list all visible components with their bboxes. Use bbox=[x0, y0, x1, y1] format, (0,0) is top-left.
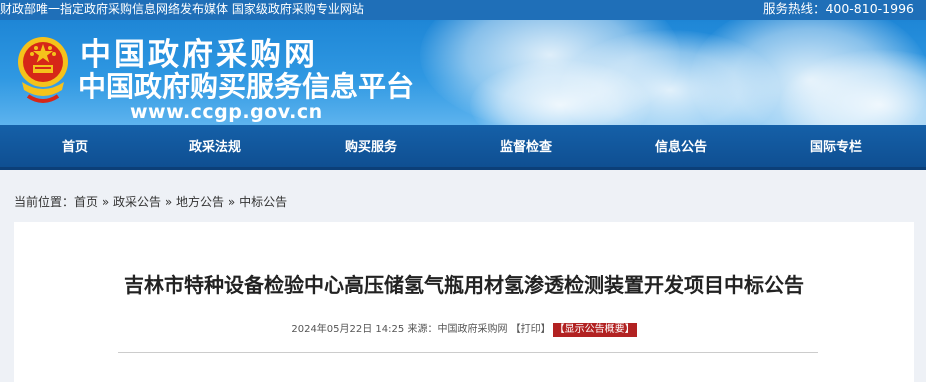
nav-item-announcements[interactable]: 信息公告 bbox=[606, 125, 756, 170]
breadcrumb-local-announcements[interactable]: 地方公告 bbox=[176, 195, 224, 209]
notice-source: 中国政府采购网 bbox=[437, 324, 508, 335]
nav-item-home[interactable]: 首页 bbox=[0, 125, 150, 170]
site-subtitle: 中国政府购买服务信息平台 bbox=[78, 70, 415, 103]
nav-item-regulations[interactable]: 政采法规 bbox=[140, 125, 290, 170]
breadcrumb-home[interactable]: 首页 bbox=[74, 195, 98, 209]
breadcrumb-prefix: 当前位置： bbox=[14, 195, 75, 209]
national-emblem-icon bbox=[18, 37, 68, 103]
top-bar-tagline: 财政部唯一指定政府采购信息网络发布媒体 国家级政府采购专业网站 bbox=[0, 2, 364, 16]
breadcrumb-separator: » bbox=[227, 195, 236, 209]
site-url: www.ccgp.gov.cn bbox=[130, 101, 323, 123]
print-link[interactable]: 【打印】 bbox=[511, 324, 551, 335]
breadcrumb: 当前位置：首页 » 政采公告 » 地方公告 » 中标公告 bbox=[14, 194, 287, 210]
service-hotline: 服务热线：400-810-1996 bbox=[762, 1, 914, 16]
show-summary-button[interactable]: 【显示公告概要】 bbox=[552, 323, 637, 337]
notice-title: 吉林市特种设备检验中心高压储氢气瓶用材氢渗透检测装置开发项目中标公告 bbox=[124, 273, 804, 297]
notice-source-label: 来源： bbox=[407, 324, 438, 335]
breadcrumb-separator: » bbox=[101, 195, 110, 209]
nav-item-purchasing-services[interactable]: 购买服务 bbox=[296, 125, 446, 170]
breadcrumb-announcements[interactable]: 政采公告 bbox=[113, 195, 161, 209]
site-title: 中国政府采购网 bbox=[80, 37, 318, 73]
notice-meta: 2024年05月22日 14:25 来源：中国政府采购网 【打印】 【显示公告概要… bbox=[14, 323, 914, 337]
divider bbox=[118, 352, 818, 353]
site-banner: 中国政府采购网 中国政府购买服务信息平台 www.ccgp.gov.cn bbox=[0, 20, 926, 125]
notice-datetime: 2024年05月22日 14:25 bbox=[291, 324, 405, 335]
breadcrumb-separator: » bbox=[164, 195, 173, 209]
breadcrumb-award-announcements[interactable]: 中标公告 bbox=[239, 195, 287, 209]
main-nav: 首页 政采法规 购买服务 监督检查 信息公告 国际专栏 bbox=[0, 125, 926, 170]
nav-item-supervision[interactable]: 监督检查 bbox=[451, 125, 601, 170]
notice-card: 吉林市特种设备检验中心高压储氢气瓶用材氢渗透检测装置开发项目中标公告 2024年… bbox=[14, 222, 914, 382]
nav-item-international[interactable]: 国际专栏 bbox=[761, 125, 911, 170]
top-bar: 财政部唯一指定政府采购信息网络发布媒体 国家级政府采购专业网站 服务热线：400… bbox=[0, 0, 926, 20]
